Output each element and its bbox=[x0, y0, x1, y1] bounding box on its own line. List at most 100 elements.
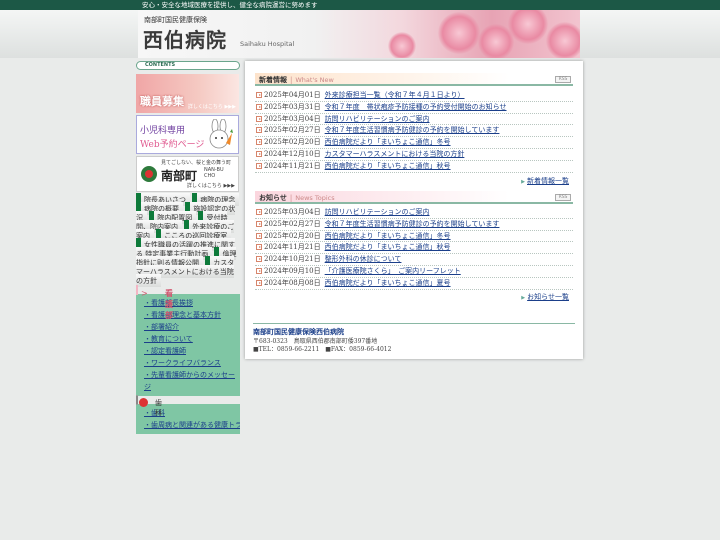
pediatrics-banner-line1: 小児科専用 bbox=[140, 126, 186, 136]
list-item: 2025年03月04日 訪問リハビリテーションのご案内 bbox=[255, 207, 573, 219]
topic-date: 2024年10月21日 bbox=[264, 255, 321, 264]
topics-list-more-link[interactable]: お知らせ一覧 bbox=[521, 292, 569, 302]
cherry-blossom-decoration bbox=[508, 10, 548, 44]
arrow-bullet-icon bbox=[256, 209, 262, 215]
news-date: 2025年02月27日 bbox=[264, 126, 321, 135]
news-link[interactable]: カスタマーハラスメントにおける当院の方針 bbox=[325, 150, 465, 158]
arrow-bullet-icon bbox=[256, 150, 262, 157]
nursing-item-departments[interactable]: 部署紹介 bbox=[144, 321, 240, 333]
contents-label: CONTENTS bbox=[136, 61, 240, 70]
hospital-logo-title[interactable]: 西伯病院 bbox=[143, 24, 227, 53]
dental-heading[interactable]: 歯科 bbox=[136, 395, 162, 417]
arrow-bullet-icon bbox=[256, 115, 262, 122]
list-item: 2024年11月21日 西伯病院だより「まいちょこ通信」秋号 bbox=[255, 161, 573, 173]
rabbit-icon bbox=[209, 119, 233, 149]
topic-link[interactable]: 「介護医療院さくら」 ご案内リーフレット bbox=[325, 267, 461, 275]
nursing-submenu: 看護部長挨拶 看護部理念と基本方針 部署紹介 教育について 認定看護師 ワークラ… bbox=[136, 294, 240, 396]
nursing-item-philosophy[interactable]: 看護部理念と基本方針 bbox=[144, 309, 240, 321]
arrow-bullet-icon bbox=[256, 127, 262, 134]
topic-link[interactable]: 令和７年度生活習慣病予防健診の予約を開始しています bbox=[325, 220, 500, 228]
topic-date: 2024年08月08日 bbox=[264, 278, 321, 287]
topics-title: お知らせ bbox=[259, 193, 287, 202]
town-emblem-icon bbox=[141, 166, 157, 182]
dental-submenu: 歯科 歯周病と関連がある健康トラブ bbox=[136, 404, 240, 434]
news-section-heading: 新着情報 | What's New RSS bbox=[255, 73, 573, 86]
arrow-bullet-icon bbox=[256, 232, 262, 239]
site-header: 南部町国民健康保険 西伯病院 Saihaku Hospital bbox=[0, 10, 720, 58]
nursing-department-heading[interactable]: > 看護部 bbox=[136, 285, 173, 320]
topic-link[interactable]: 西伯病院だより「まいちょこ通信」夏号 bbox=[325, 279, 451, 287]
nursing-item-certified-nurses[interactable]: 認定看護師 bbox=[144, 345, 240, 357]
news-link[interactable]: 令和７年度 帯状疱疹予防接種の予約受付開始のお知らせ bbox=[325, 103, 507, 111]
arrow-bullet-icon bbox=[256, 103, 262, 110]
news-date: 2024年11月21日 bbox=[264, 161, 321, 170]
topics-rss-button[interactable]: RSS bbox=[555, 194, 571, 201]
nursing-item-director-greeting[interactable]: 看護部長挨拶 bbox=[144, 297, 240, 309]
news-date: 2025年03月04日 bbox=[264, 114, 321, 123]
news-date: 2025年04月01日 bbox=[264, 91, 321, 99]
sidebar-nav: 院長あいさつ 病院の理念 病院の概要 施設認定の状況 院内配置図 受付時間、院内… bbox=[136, 193, 240, 287]
dental-heading-label: 歯科 bbox=[155, 399, 162, 417]
news-link[interactable]: 西伯病院だより「まいちょこ通信」秋号 bbox=[325, 162, 451, 170]
cherry-blossom-decoration bbox=[388, 32, 416, 58]
topic-link[interactable]: 西伯病院だより「まいちょこ通信」冬号 bbox=[325, 232, 451, 240]
list-item: 2024年11月21日 西伯病院だより「まいちょこ通信」秋号 bbox=[255, 242, 573, 255]
pediatrics-banner-line2: Web予約ページ bbox=[140, 140, 205, 150]
cherry-blossom-decoration bbox=[546, 22, 580, 58]
nursing-item-senior-messages[interactable]: 先輩看護師からのメッセージ bbox=[144, 369, 240, 393]
sidebar: CONTENTS 職員募集 詳しくはこちら ▶▶▶ 小児科専用 Web予約ページ… bbox=[136, 61, 240, 540]
list-item: 2024年08月08日 西伯病院だより「まいちょこ通信」夏号 bbox=[255, 278, 573, 290]
news-list-more-link[interactable]: 新着情報一覧 bbox=[521, 176, 569, 186]
topics-list: 2025年03月04日 訪問リハビリテーションのご案内 2025年02月27日 令和… bbox=[255, 207, 573, 290]
footer-tel-fax: ■TEL：0859-66-2211 ■FAX：0859-66-4012 bbox=[253, 346, 392, 353]
hospital-english-name: Saihaku Hospital bbox=[240, 40, 295, 48]
topic-link[interactable]: 訪問リハビリテーションのご案内 bbox=[325, 208, 430, 216]
topic-date: 2025年02月27日 bbox=[264, 219, 321, 228]
topics-section-heading: お知らせ | News Topics RSS bbox=[255, 191, 573, 204]
news-link[interactable]: 西伯病院だより「まいちょこ通信」冬号 bbox=[325, 138, 451, 146]
news-link[interactable]: 訪問リハビリテーションのご案内 bbox=[325, 115, 430, 123]
topic-date: 2024年09月10日 bbox=[264, 266, 321, 275]
topic-link[interactable]: 西伯病院だより「まいちょこ通信」秋号 bbox=[325, 243, 451, 251]
recruit-banner[interactable]: 職員募集 詳しくはこちら ▶▶▶ bbox=[136, 74, 239, 113]
tagline-text: 安心・安全な地域医療を提供し、健全な病院運営に努めます bbox=[142, 1, 318, 9]
nursing-item-work-life-balance[interactable]: ワークライフバランス bbox=[144, 357, 240, 369]
news-date: 2025年02月20日 bbox=[264, 138, 321, 147]
recruit-banner-title: 職員募集 bbox=[140, 95, 184, 108]
list-item: 2025年02月20日 西伯病院だより「まいちょこ通信」冬号 bbox=[255, 231, 573, 243]
list-item: 2024年10月21日 整形外科の休診について bbox=[255, 254, 573, 266]
arrow-bullet-icon bbox=[256, 267, 262, 274]
town-banner-name-en: NAN-BU CHO bbox=[204, 167, 224, 179]
news-link[interactable]: 令和７年度生活習慣病予防健診の予約を開始しています bbox=[325, 126, 500, 134]
topics-title-en: News Topics bbox=[295, 194, 335, 202]
dental-item-periodontal-health[interactable]: 歯周病と関連がある健康トラブ bbox=[144, 419, 240, 431]
topic-date: 2025年02月20日 bbox=[264, 231, 321, 240]
main-content: 新着情報 | What's New RSS 2025年04月01日 外来診療担当一覧（… bbox=[245, 61, 583, 359]
arrow-bullet-icon bbox=[256, 220, 262, 227]
news-date: 2025年03月31日 bbox=[264, 102, 321, 111]
nursing-item-education[interactable]: 教育について bbox=[144, 333, 240, 345]
footer-divider bbox=[253, 323, 575, 324]
list-item: 2025年03月04日 訪問リハビリテーションのご案内 bbox=[255, 114, 573, 126]
topic-date: 2024年11月21日 bbox=[264, 243, 321, 252]
list-item: 2025年02月27日 令和７年度生活習慣病予防健診の予約を開始しています bbox=[255, 219, 573, 231]
arrow-bullet-icon bbox=[256, 256, 262, 263]
chevron-right-icon: > bbox=[141, 289, 148, 298]
top-tagline-bar: 安心・安全な地域医療を提供し、健全な病院運営に努めます bbox=[0, 0, 720, 10]
news-list: 2025年04月01日 外来診療担当一覧（令和７年４月１日より） 2025年03月… bbox=[255, 90, 573, 173]
topic-date: 2025年03月04日 bbox=[264, 208, 321, 216]
nanbu-town-banner[interactable]: 見てごしない、桜と金の舞う町 南部町 NAN-BU CHO 詳しくはこちら ▶▶▶ bbox=[136, 156, 239, 192]
topic-link[interactable]: 整形外科の休診について bbox=[325, 255, 402, 263]
recruit-banner-more: 詳しくはこちら ▶▶▶ bbox=[187, 104, 236, 110]
list-item: 2025年02月27日 令和７年度生活習慣病予防健診の予約を開始しています bbox=[255, 125, 573, 138]
arrow-bullet-icon bbox=[256, 139, 262, 146]
pediatrics-web-reservation-banner[interactable]: 小児科専用 Web予約ページ bbox=[136, 115, 239, 154]
header-banner: 南部町国民健康保険 西伯病院 Saihaku Hospital bbox=[138, 10, 580, 58]
arrow-bullet-icon bbox=[256, 244, 262, 251]
list-item: 2024年12月10日 カスタマーハラスメントにおける当院の方針 bbox=[255, 149, 573, 161]
arrow-bullet-icon bbox=[256, 92, 262, 98]
news-rss-button[interactable]: RSS bbox=[555, 76, 571, 83]
news-link[interactable]: 外来診療担当一覧（令和７年４月１日より） bbox=[325, 91, 465, 99]
list-item: 2025年03月31日 令和７年度 帯状疱疹予防接種の予約受付開始のお知らせ bbox=[255, 102, 573, 114]
arrow-bullet-icon bbox=[256, 162, 262, 169]
